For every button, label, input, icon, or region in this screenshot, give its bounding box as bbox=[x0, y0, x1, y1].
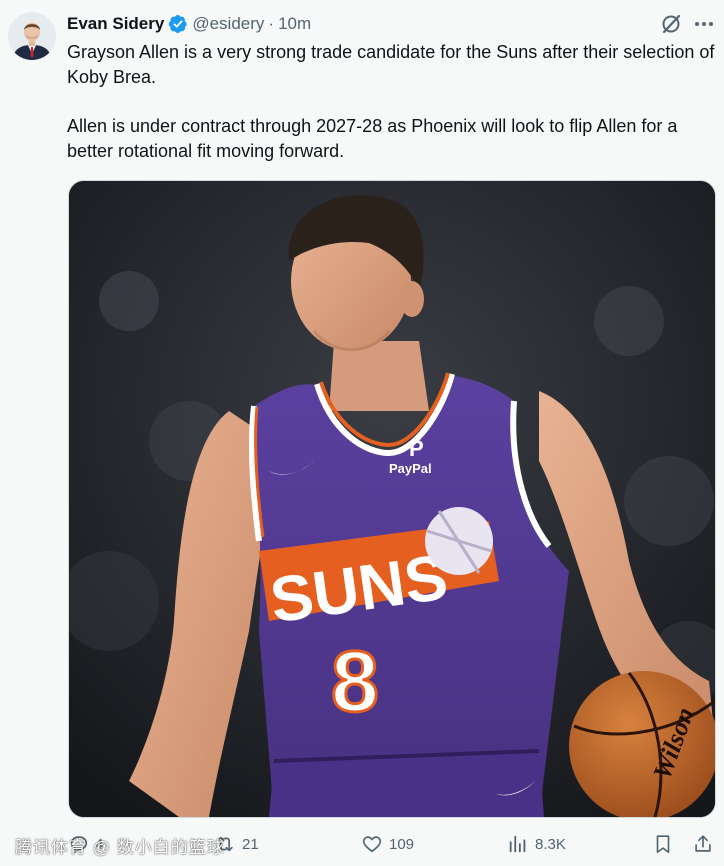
tweet-media-photo[interactable]: P PayPal SUNS 8 Wilson bbox=[68, 180, 716, 818]
more-icon[interactable] bbox=[692, 14, 716, 34]
reply-button[interactable]: 4 bbox=[67, 832, 103, 856]
share-icon bbox=[695, 835, 711, 852]
jersey-number: 8 bbox=[331, 634, 379, 730]
verified-badge-icon[interactable] bbox=[168, 14, 188, 34]
separator-dot: · bbox=[268, 14, 275, 33]
views-count: 8.3K bbox=[535, 835, 566, 853]
author-handle[interactable]: @esidery bbox=[192, 14, 264, 34]
heart-icon bbox=[362, 836, 382, 853]
author-name[interactable]: Evan Sidery bbox=[67, 14, 164, 34]
tweet-text: Grayson Allen is a very strong trade can… bbox=[67, 40, 717, 163]
views-icon bbox=[509, 835, 526, 853]
like-button[interactable]: 109 bbox=[361, 832, 414, 856]
retweet-button[interactable]: 21 bbox=[214, 832, 259, 856]
tweet-paragraph-2: Allen is under contract through 2027-28 … bbox=[67, 116, 678, 161]
reply-count: 4 bbox=[95, 835, 104, 853]
bookmark-button[interactable] bbox=[652, 832, 674, 856]
grok-icon[interactable] bbox=[659, 12, 683, 36]
reply-icon bbox=[70, 836, 88, 854]
author-avatar[interactable] bbox=[8, 12, 56, 60]
svg-text:P: P bbox=[409, 436, 424, 461]
jersey-sponsor: PayPal bbox=[389, 461, 432, 476]
views-button[interactable]: 8.3K bbox=[507, 832, 566, 856]
tweet-timestamp[interactable]: 10m bbox=[278, 14, 311, 34]
bookmark-icon bbox=[656, 835, 670, 854]
retweet-icon bbox=[217, 836, 233, 852]
tweet-header: Evan Sidery @esidery · 10m bbox=[67, 12, 311, 36]
tweet-paragraph-1: Grayson Allen is a very strong trade can… bbox=[67, 42, 715, 87]
tweet-action-bar: 4 21 109 8.3K bbox=[0, 828, 724, 862]
like-count: 109 bbox=[389, 835, 415, 853]
retweet-count: 21 bbox=[242, 835, 259, 853]
share-button[interactable] bbox=[692, 832, 714, 856]
